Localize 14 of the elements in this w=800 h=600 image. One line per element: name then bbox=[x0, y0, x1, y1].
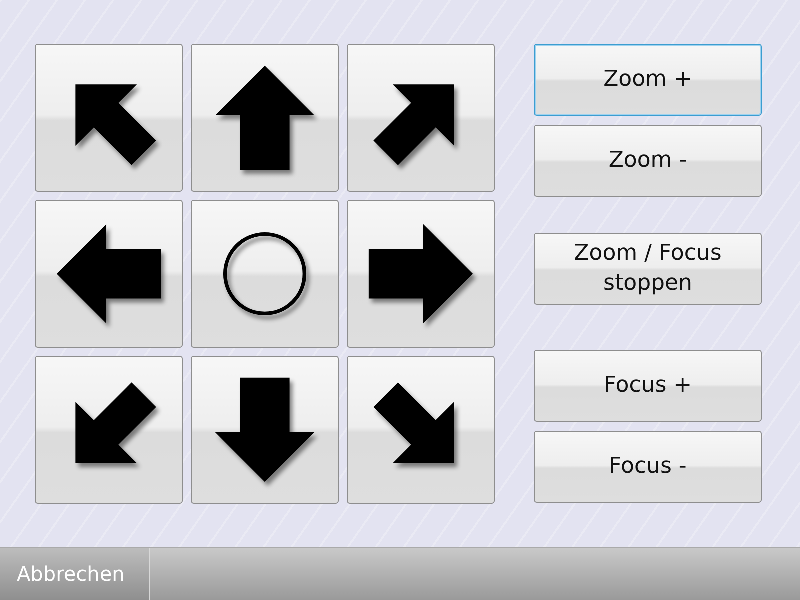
action-button[interactable]: Zoom - bbox=[534, 125, 762, 197]
action-button[interactable]: Focus + bbox=[534, 350, 762, 422]
direction-button[interactable] bbox=[347, 44, 495, 192]
action-button[interactable]: Zoom / Focus stoppen bbox=[534, 233, 762, 305]
action-button[interactable]: Focus - bbox=[534, 431, 762, 503]
direction-button[interactable] bbox=[191, 44, 339, 192]
direction-button[interactable] bbox=[191, 356, 339, 504]
direction-button[interactable] bbox=[35, 356, 183, 504]
direction-button[interactable] bbox=[35, 44, 183, 192]
stop-button[interactable] bbox=[191, 200, 339, 348]
direction-button[interactable] bbox=[347, 200, 495, 348]
direction-button[interactable] bbox=[347, 356, 495, 504]
direction-button[interactable] bbox=[35, 200, 183, 348]
action-button[interactable]: Zoom + bbox=[534, 44, 762, 116]
